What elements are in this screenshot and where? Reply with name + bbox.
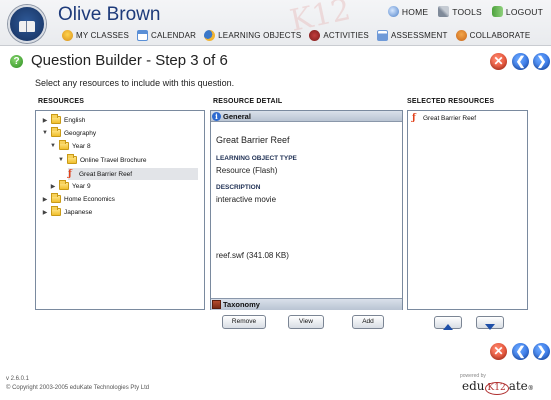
move-up-button[interactable] [434,316,462,330]
selected-resources-heading: SELECTED RESOURCES [407,98,495,105]
tree-item-great-barrier-reef[interactable]: ƒ Great Barrier Reef [68,168,198,180]
folder-icon [51,206,61,216]
main-nav: MY CLASSES CALENDAR LEARNING OBJECTS ACT… [62,30,530,41]
help-icon[interactable]: ? [10,55,23,68]
top-links: HOME TOOLS LOGOUT [387,6,543,17]
description-value: interactive movie [216,195,277,204]
general-section-header[interactable]: i General [211,111,402,122]
logout-link[interactable]: LOGOUT [491,6,543,17]
file-info: reef.swf (341.08 KB) [216,251,289,260]
nav-collaborate[interactable]: COLLABORATE [455,30,531,41]
back-button-bottom[interactable]: ❮ [512,343,529,360]
tree-item-japanese[interactable]: ▶ Japanese [42,206,92,216]
learning-object-type-label: LEARNING OBJECT TYPE [216,155,297,162]
flash-icon: ƒ [412,113,416,123]
folder-icon [67,154,77,164]
home-icon [387,6,399,17]
avatar [8,5,46,43]
cancel-button-bottom[interactable]: ✕ [490,343,507,360]
learning-object-type-value: Resource (Flash) [216,166,278,175]
resource-detail-panel: i General Great Barrier Reef LEARNING OB… [210,110,403,310]
cancel-button[interactable]: ✕ [490,53,507,70]
user-name: Olive Brown [58,4,161,25]
nav-calendar[interactable]: CALENDAR [136,30,196,41]
learning-objects-icon [204,30,216,41]
page-title: Question Builder - Step 3 of 6 [31,52,228,69]
activities-icon [309,30,321,41]
folder-icon [59,180,69,190]
logout-icon [491,6,503,17]
tools-link[interactable]: TOOLS [438,6,482,17]
home-link[interactable]: HOME [387,6,428,17]
folder-icon [51,114,61,124]
selected-resources-list[interactable]: ƒ Great Barrier Reef [407,110,528,310]
expand-arrow-icon[interactable]: ▶ [42,196,48,203]
info-icon: i [212,111,221,121]
expand-arrow-icon[interactable]: ▶ [50,183,56,190]
tree-item-english[interactable]: ▶ English [42,114,85,124]
edukate-logo: powered by edu K12 ate® [460,373,534,395]
header: K12 Olive Brown HOME TOOLS LOGOUT MY CLA… [0,0,551,46]
resource-detail-heading: RESOURCE DETAIL [213,98,283,105]
classes-icon [62,30,73,41]
flash-icon: ƒ [68,168,72,179]
view-button[interactable]: View [288,315,324,329]
instructions: Select any resources to include with thi… [35,78,235,88]
expand-arrow-icon[interactable]: ▶ [42,209,48,216]
assessment-icon [376,30,388,41]
chevron-down-icon [485,324,495,330]
taxonomy-section-header[interactable]: Taxonomy [211,298,402,310]
collapse-arrow-icon[interactable]: ▼ [58,157,64,163]
resource-name: Great Barrier Reef [216,135,290,145]
tree-item-year-9[interactable]: ▶ Year 9 [50,180,91,190]
folder-icon [51,193,61,203]
description-label: DESCRIPTION [216,184,261,191]
version-text: v 2.6.0.1 [6,376,30,382]
folder-icon [51,127,61,137]
tree-item-year-8[interactable]: ▼ Year 8 [50,140,91,150]
remove-button[interactable]: Remove [222,315,266,329]
folder-icon [59,140,69,150]
tree-item-home-economics[interactable]: ▶ Home Economics [42,193,115,203]
collapse-arrow-icon[interactable]: ▼ [50,143,56,149]
tree-item-geography[interactable]: ▼ Geography [42,127,96,137]
nav-my-classes[interactable]: MY CLASSES [62,30,129,41]
copyright-text: © Copyright 2003-2005 eduKate Technologi… [6,385,150,391]
tools-icon [438,6,450,17]
nav-learning-objects[interactable]: LEARNING OBJECTS [204,30,301,41]
selected-item-great-barrier-reef[interactable]: ƒ Great Barrier Reef [412,114,476,123]
add-button[interactable]: Add [352,315,384,329]
back-button[interactable]: ❮ [512,53,529,70]
resources-heading: RESOURCES [38,98,85,105]
collapse-arrow-icon[interactable]: ▼ [42,130,48,136]
next-button-bottom[interactable]: ❯ [533,343,550,360]
taxonomy-icon [212,300,221,309]
resource-tree[interactable]: ▶ English ▼ Geography ▼ Year 8 ▼ Online … [35,110,205,310]
tree-item-online-travel-brochure[interactable]: ▼ Online Travel Brochure [58,154,146,164]
nav-assessment[interactable]: ASSESSMENT [376,30,448,41]
next-button[interactable]: ❯ [533,53,550,70]
move-down-button[interactable] [476,316,504,330]
chevron-up-icon [443,324,453,330]
collaborate-icon [455,30,467,41]
expand-arrow-icon[interactable]: ▶ [42,117,48,124]
nav-activities[interactable]: ACTIVITIES [309,30,369,41]
calendar-icon [136,30,148,41]
